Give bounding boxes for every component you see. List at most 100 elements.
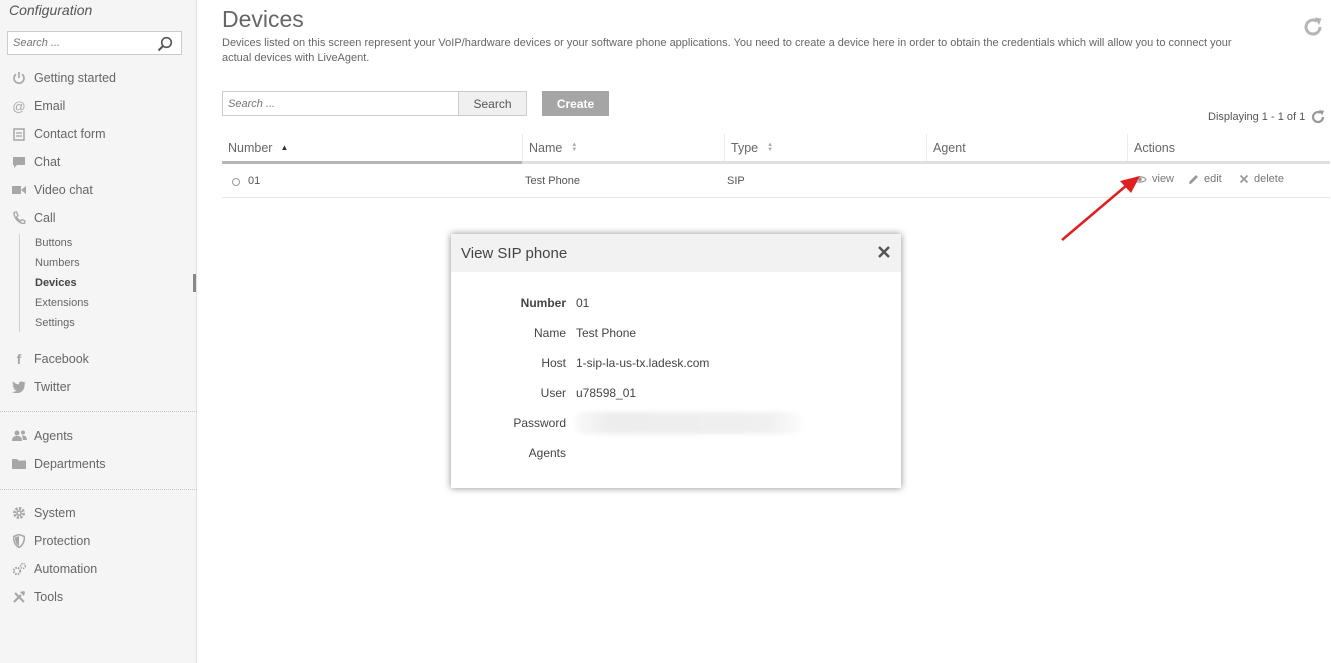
nav-label: System [34, 506, 76, 520]
pagination-info: Displaying 1 - 1 of 1 [1208, 111, 1306, 123]
subnav-numbers[interactable]: Numbers [35, 257, 80, 269]
nav-label: Protection [34, 534, 91, 548]
cell-name: Test Phone [525, 175, 581, 187]
cell-number: 01 [248, 175, 261, 187]
dialog-header: View SIP phone [451, 234, 901, 272]
nav-tools[interactable]: Tools [11, 587, 63, 607]
nav-twitter[interactable]: Twitter [11, 377, 71, 397]
nav-departments[interactable]: Departments [11, 454, 106, 474]
chat-icon [11, 154, 27, 170]
sidebar-search [7, 31, 182, 55]
nav-agents[interactable]: Agents [11, 426, 73, 446]
create-button[interactable]: Create [542, 91, 609, 116]
nav-getting-started[interactable]: Getting started [11, 68, 116, 88]
nav-label: Contact form [34, 127, 106, 141]
nav-label: Departments [34, 457, 106, 471]
table-header: Number ▲ Name ▲ ▼ Type ▲ ▼ Agent Actions [222, 134, 1330, 164]
column-number[interactable]: Number ▲ [222, 134, 522, 161]
nav-contact-form[interactable]: Contact form [11, 124, 106, 144]
nav-protection[interactable]: Protection [11, 531, 90, 551]
nav-label: Twitter [34, 380, 71, 394]
subnav-settings[interactable]: Settings [35, 317, 75, 329]
refresh-list-icon[interactable] [1310, 109, 1326, 128]
at-icon: @ [12, 98, 26, 114]
active-indicator [193, 274, 196, 292]
twitter-icon [11, 379, 27, 395]
refresh-icon[interactable] [1301, 15, 1325, 42]
field-label-password: Password [513, 416, 566, 430]
field-label-name: Name [533, 326, 566, 340]
subnav-buttons[interactable]: Buttons [35, 237, 72, 249]
field-label-number: Number [520, 296, 566, 310]
sidebar-title: Configuration [9, 2, 93, 18]
column-label: Agent [933, 140, 966, 155]
nav-facebook[interactable]: f Facebook [11, 349, 89, 369]
nav-automation[interactable]: Automation [11, 559, 97, 579]
nav-label: Video chat [34, 183, 93, 197]
nav-label: Automation [34, 562, 98, 576]
edit-action[interactable]: edit [1188, 173, 1222, 185]
sort-indicator [222, 161, 522, 164]
field-label-host: Host [541, 356, 566, 370]
nav-label: Getting started [34, 71, 116, 85]
row-radio[interactable] [232, 178, 240, 186]
dialog-title: View SIP phone [461, 244, 568, 262]
close-icon[interactable] [877, 245, 891, 263]
table-row[interactable]: 01 Test Phone SIP view edit delete [222, 165, 1330, 198]
column-name[interactable]: Name ▲ ▼ [522, 134, 724, 161]
password-blurred-value [575, 412, 803, 434]
form-icon [11, 126, 27, 142]
field-value-host: 1-sip-la-us-tx.ladesk.com [576, 356, 710, 370]
phone-icon [11, 210, 27, 226]
nav-email[interactable]: @ Email [11, 96, 65, 116]
sidebar-divider [0, 489, 197, 490]
subnav-devices[interactable]: Devices [35, 277, 77, 289]
delete-action[interactable]: delete [1239, 173, 1284, 185]
annotation-arrow-icon [1061, 176, 1140, 241]
pencil-icon [1189, 174, 1198, 184]
column-label: Number [228, 140, 273, 155]
automation-icon [11, 561, 27, 577]
sort-icon: ▲ ▼ [767, 141, 774, 153]
nav-label: Facebook [34, 352, 89, 366]
gear-icon [11, 505, 27, 521]
power-icon [11, 70, 27, 86]
page-description: Devices listed on this screen represent … [222, 37, 1232, 64]
devices-search [222, 91, 459, 116]
sidebar-divider [0, 411, 197, 412]
devices-search-input[interactable] [223, 92, 453, 115]
column-label: Type [731, 140, 759, 155]
subnav-extensions[interactable]: Extensions [35, 297, 89, 309]
view-sip-phone-dialog: View SIP phone Number 01 Name Test Phone… [451, 234, 901, 488]
edit-label: edit [1204, 173, 1222, 185]
sort-icon: ▲ ▼ [571, 141, 578, 153]
nav-label: Agents [34, 429, 73, 443]
page-title: Devices [222, 6, 304, 32]
nav-label: Call [34, 211, 56, 225]
field-value-number: 01 [576, 296, 590, 310]
shield-icon [11, 533, 27, 549]
nav-video-chat[interactable]: Video chat [11, 180, 93, 200]
folder-icon [11, 456, 27, 472]
column-label: Actions [1134, 140, 1175, 155]
close-icon [1239, 174, 1249, 184]
nav-call[interactable]: Call [11, 208, 56, 228]
nav-label: Email [34, 99, 66, 113]
tools-icon [11, 589, 27, 605]
search-icon[interactable] [157, 36, 173, 55]
submenu-line [19, 234, 20, 332]
search-button[interactable]: Search [458, 91, 527, 116]
delete-label: delete [1254, 173, 1284, 185]
nav-system[interactable]: System [11, 503, 76, 523]
column-agent[interactable]: Agent [926, 134, 1127, 161]
sidebar-search-input[interactable] [8, 32, 153, 54]
column-type[interactable]: Type ▲ ▼ [724, 134, 926, 161]
nav-chat[interactable]: Chat [11, 152, 60, 172]
video-icon [11, 182, 27, 198]
sidebar: Configuration Getting started @ Email Co… [0, 0, 197, 663]
nav-label: Chat [34, 155, 61, 169]
sort-asc-icon: ▲ [280, 143, 289, 152]
field-label-agents: Agents [528, 446, 566, 460]
facebook-icon: f [16, 351, 22, 367]
cell-type: SIP [727, 175, 745, 187]
